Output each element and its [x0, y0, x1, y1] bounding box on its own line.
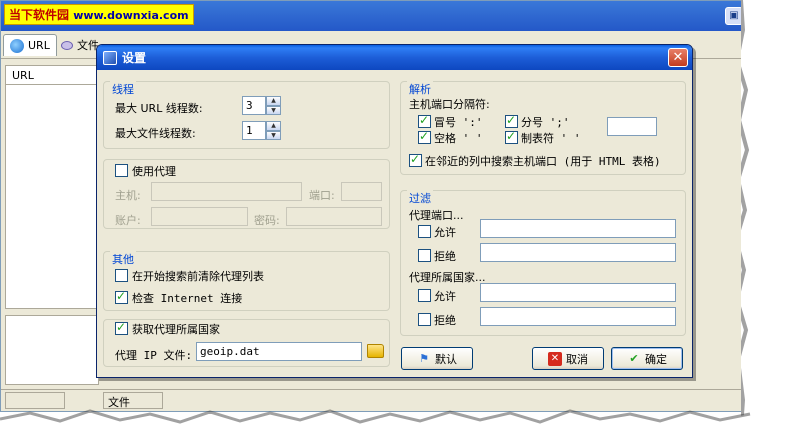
- filter-group-title: 过滤: [407, 190, 433, 206]
- tab-url[interactable]: URL: [3, 34, 57, 56]
- proxy-password-input[interactable]: [286, 207, 382, 226]
- proxy-account-label: 账户:: [115, 214, 141, 227]
- filter-port-label: 代理端口...: [409, 209, 464, 222]
- spin-down-icon[interactable]: ▼: [266, 130, 281, 140]
- other-group-title: 其他: [110, 251, 136, 267]
- port-deny-input[interactable]: [480, 243, 676, 262]
- threads-group: 线程 最大 URL 线程数: 3 ▲ ▼ 最大文件线程数: 1 ▲ ▼: [103, 81, 390, 149]
- search-adjacent-checkbox[interactable]: [409, 152, 422, 167]
- ok-button[interactable]: ✔ 确定: [611, 347, 683, 370]
- port-allow-checkbox[interactable]: [418, 225, 431, 238]
- max-file-threads-label: 最大文件线程数:: [115, 127, 196, 140]
- flag-icon: ⚑: [419, 351, 429, 365]
- close-button[interactable]: ✕: [668, 48, 688, 67]
- port-deny-label: 拒绝: [434, 250, 456, 263]
- other-group: 其他 在开始搜索前清除代理列表 检查 Internet 连接: [103, 251, 390, 311]
- port-allow-label: 允许: [434, 226, 456, 239]
- proxy-group: 使用代理 主机: 端口: 账户: 密码:: [103, 159, 390, 229]
- country-allow-label: 允许: [434, 290, 456, 303]
- custom-separator-input[interactable]: [607, 117, 657, 136]
- max-url-threads-input[interactable]: 3: [242, 96, 266, 115]
- torn-edge-bottom: [0, 409, 791, 429]
- country-deny-checkbox[interactable]: [418, 313, 431, 326]
- filter-country-label: 代理所属国家...: [409, 271, 486, 284]
- geo-group: 获取代理所属国家 代理 IP 文件: geoip.dat: [103, 319, 390, 367]
- dialog-title: 设置: [122, 51, 147, 65]
- spin-up-icon[interactable]: ▲: [266, 121, 281, 131]
- space-label: 空格 ' ': [434, 132, 483, 145]
- colon-checkbox[interactable]: [418, 113, 431, 128]
- default-button[interactable]: ⚑ 默认: [401, 347, 473, 370]
- proxy-password-label: 密码:: [254, 214, 280, 227]
- log-panel[interactable]: [5, 315, 99, 385]
- country-deny-input[interactable]: [480, 307, 676, 326]
- get-country-label: 获取代理所属国家: [132, 323, 220, 336]
- use-proxy-checkbox[interactable]: [115, 164, 128, 177]
- country-allow-input[interactable]: [480, 283, 676, 302]
- search-adjacent-label: 在邻近的列中搜索主机端口 (用于 HTML 表格): [425, 155, 661, 168]
- parse-group: 解析 主机端口分隔符: 冒号 ':' 分号 ';' 空格 ' ' 制表符 ' '…: [400, 81, 686, 175]
- space-checkbox[interactable]: [418, 129, 431, 144]
- check-internet-label: 检查 Internet 连接: [132, 292, 243, 305]
- spin-up-icon[interactable]: ▲: [266, 96, 281, 106]
- ip-file-label: 代理 IP 文件:: [115, 349, 193, 362]
- url-list[interactable]: [5, 85, 99, 309]
- cancel-button[interactable]: ✕ 取消: [532, 347, 604, 370]
- torn-edge-right: [741, 0, 791, 429]
- tab-label: 制表符 ' ': [521, 132, 581, 145]
- proxy-host-label: 主机:: [115, 189, 141, 202]
- files-icon: [61, 40, 73, 50]
- semicolon-checkbox[interactable]: [505, 113, 518, 128]
- close-icon: ✕: [672, 50, 684, 65]
- max-url-threads-spinner[interactable]: ▲ ▼: [266, 96, 281, 115]
- check-internet-checkbox[interactable]: [115, 289, 128, 304]
- separator-label: 主机端口分隔符:: [409, 98, 490, 111]
- tab-checkbox[interactable]: [505, 129, 518, 144]
- get-country-checkbox[interactable]: [115, 320, 128, 335]
- spin-down-icon[interactable]: ▼: [266, 105, 281, 115]
- threads-group-title: 线程: [110, 81, 136, 97]
- globe-icon: [10, 38, 24, 53]
- country-allow-checkbox[interactable]: [418, 289, 431, 302]
- url-list-header: URL: [5, 65, 99, 85]
- max-url-threads-label: 最大 URL 线程数:: [115, 102, 203, 115]
- dialog-title-bar: 设置: [97, 45, 692, 70]
- clear-list-checkbox[interactable]: [115, 269, 128, 282]
- filter-group: 过滤 代理端口... 允许 拒绝 代理所属国家... 允许 拒绝: [400, 190, 686, 336]
- semicolon-label: 分号 ';': [521, 116, 570, 129]
- colon-label: 冒号 ':': [434, 116, 483, 129]
- max-file-threads-input[interactable]: 1: [242, 121, 266, 140]
- proxy-port-label: 端口:: [309, 189, 335, 202]
- proxy-host-input[interactable]: [151, 182, 302, 201]
- country-deny-label: 拒绝: [434, 314, 456, 327]
- site-logo: 当下软件园 www.downxia.com: [4, 4, 194, 25]
- use-proxy-label: 使用代理: [132, 165, 176, 178]
- proxy-port-input[interactable]: [341, 182, 382, 201]
- parse-group-title: 解析: [407, 81, 433, 97]
- settings-dialog: 设置 ✕ 线程 最大 URL 线程数: 3 ▲ ▼ 最大文件线程数: 1 ▲ ▼ 使…: [96, 44, 693, 378]
- max-file-threads-spinner[interactable]: ▲ ▼: [266, 121, 281, 140]
- folder-icon[interactable]: [367, 344, 384, 358]
- clear-list-label: 在开始搜索前清除代理列表: [132, 270, 264, 283]
- port-allow-input[interactable]: [480, 219, 676, 238]
- proxy-account-input[interactable]: [151, 207, 248, 226]
- settings-icon: [103, 50, 117, 65]
- port-deny-checkbox[interactable]: [418, 249, 431, 262]
- checkmark-icon: ✔: [629, 351, 639, 365]
- cancel-x-icon: ✕: [548, 351, 562, 366]
- ip-file-input[interactable]: geoip.dat: [196, 342, 362, 361]
